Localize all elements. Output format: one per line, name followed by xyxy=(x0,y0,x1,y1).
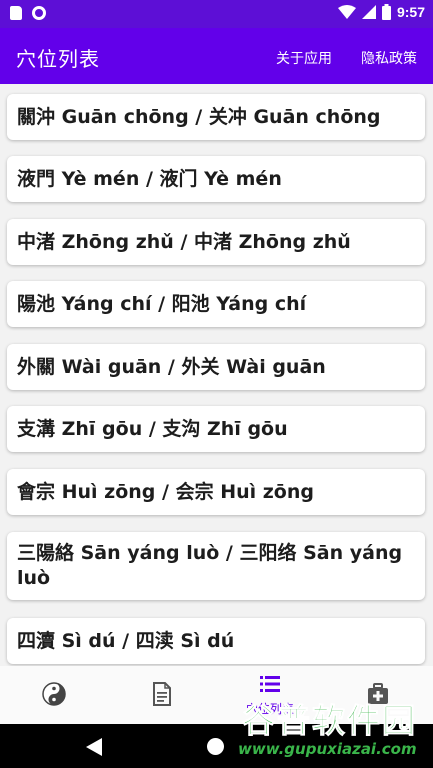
acupoint-list[interactable]: 關沖 Guān chōng / 关冲 Guān chōng 液門 Yè mén … xyxy=(0,84,433,666)
list-item[interactable]: 支溝 Zhī gōu / 支沟 Zhī gōu xyxy=(7,406,425,452)
watermark-logo: 谷普软件园 www.gupuxiazai.com xyxy=(236,692,426,766)
about-app-button[interactable]: 关于应用 xyxy=(276,48,332,68)
list-item-label: 陽池 Yáng chí / 阳池 Yáng chí xyxy=(17,292,307,315)
list-item-label: 液門 Yè mén / 液门 Yè mén xyxy=(17,167,282,190)
document-icon xyxy=(150,682,174,706)
list-item-label: 中渚 Zhōng zhǔ / 中渚 Zhōng zhǔ xyxy=(17,230,351,253)
watermark-url: www.gupuxiazai.com xyxy=(238,740,417,758)
list-item[interactable]: 外關 Wài guān / 外关 Wài guān xyxy=(7,344,425,390)
list-item-label: 四瀆 Sì dú / 四渎 Sì dú xyxy=(17,629,235,652)
status-bar: 9:57 xyxy=(0,0,433,28)
battery-icon xyxy=(381,4,391,20)
list-item-label: 會宗 Huì zōng / 会宗 Huì zōng xyxy=(17,480,314,503)
list-item-label: 三陽絡 Sān yáng luò / 三阳络 Sān yáng luò xyxy=(17,542,403,589)
list-item[interactable]: 三陽絡 Sān yáng luò / 三阳络 Sān yáng luò xyxy=(7,532,425,600)
list-item[interactable]: 會宗 Huì zōng / 会宗 Huì zōng xyxy=(7,469,425,515)
app-bar: 穴位列表 关于应用 隐私政策 xyxy=(0,28,433,84)
list-item[interactable]: 四瀆 Sì dú / 四渎 Sì dú xyxy=(7,618,425,664)
circle-notification-icon xyxy=(32,6,46,20)
signal-icon xyxy=(361,5,376,19)
list-item-label: 支溝 Zhī gōu / 支沟 Zhī gōu xyxy=(17,417,288,440)
list-item[interactable]: 陽池 Yáng chí / 阳池 Yáng chí xyxy=(7,281,425,327)
back-icon[interactable] xyxy=(86,738,102,760)
list-item-label: 關沖 Guān chōng / 关冲 Guān chōng xyxy=(17,105,381,128)
list-item-label: 外關 Wài guān / 外关 Wài guān xyxy=(17,355,326,378)
list-item[interactable]: 中渚 Zhōng zhǔ / 中渚 Zhōng zhǔ xyxy=(7,219,425,265)
yin-yang-icon xyxy=(42,682,66,706)
home-icon[interactable] xyxy=(207,738,224,755)
status-time: 9:57 xyxy=(396,4,425,20)
privacy-policy-button[interactable]: 隐私政策 xyxy=(361,48,417,68)
sd-card-icon xyxy=(10,6,22,20)
wifi-icon xyxy=(337,5,356,19)
page-title: 穴位列表 xyxy=(16,47,100,71)
watermark-main-text: 谷普软件园 xyxy=(242,701,417,741)
list-item[interactable]: 關沖 Guān chōng / 关冲 Guān chōng xyxy=(7,94,425,140)
list-item[interactable]: 液門 Yè mén / 液门 Yè mén xyxy=(7,156,425,202)
nav-item-taiji[interactable] xyxy=(0,666,108,724)
nav-item-document[interactable] xyxy=(108,666,216,724)
